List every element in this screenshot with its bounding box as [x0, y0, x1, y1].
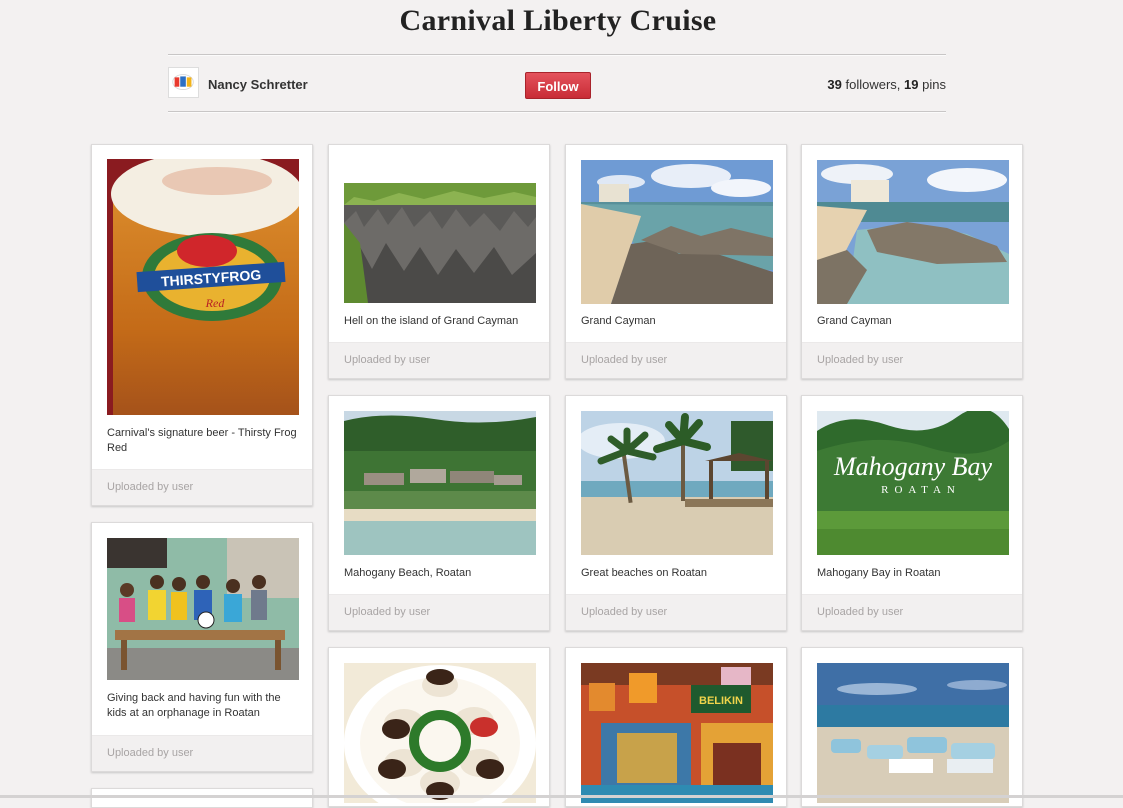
image-text-roatan: ROATAN — [881, 484, 961, 496]
pin-attribution: Uploaded by user — [566, 342, 786, 378]
image-text-belikin: BELIKIN — [699, 695, 743, 707]
hell-rocks-image[interactable] — [344, 183, 536, 303]
belikin-bar-image[interactable]: BELIKIN — [581, 663, 773, 803]
pin-description: Mahogany Beach, Roatan — [344, 567, 472, 579]
beach-paddleboats-image[interactable] — [817, 663, 1009, 803]
pins-label: pins — [922, 77, 946, 92]
header-divider-top — [168, 54, 946, 56]
avatar[interactable] — [168, 67, 199, 98]
pin-attribution: Uploaded by user — [802, 342, 1022, 378]
pin-card[interactable]: Mahogany Bay ROATAN Mahogany Bay in Roat… — [801, 395, 1023, 631]
pin-description: Great beaches on Roatan — [581, 567, 707, 579]
image-text-red: Red — [205, 296, 226, 310]
thirsty-frog-beer-image[interactable]: THIRSTYFROG Red — [107, 159, 299, 415]
pin-description: Mahogany Bay in Roatan — [817, 567, 941, 579]
pin-card[interactable]: Great beaches on Roatan Uploaded by user — [565, 395, 787, 631]
pin-card[interactable]: Grand Cayman Uploaded by user — [565, 144, 787, 379]
pin-description: Giving back and having fun with the kids… — [107, 692, 281, 719]
pin-attribution: Uploaded by user — [566, 594, 786, 630]
pin-card[interactable]: Grand Cayman Uploaded by user — [801, 144, 1023, 379]
pin-description: Hell on the island of Grand Cayman — [344, 315, 519, 327]
pin-card[interactable]: Hell on the island of Grand Cayman Uploa… — [328, 144, 550, 379]
pin-card[interactable]: THIRSTYFROG Red Carnival's signature bee… — [91, 144, 313, 506]
pin-attribution: Uploaded by user — [92, 735, 312, 771]
follow-button[interactable]: Follow — [525, 72, 591, 99]
pin-card[interactable] — [328, 647, 550, 807]
pin-attribution: Uploaded by user — [802, 594, 1022, 630]
pin-attribution: Uploaded by user — [329, 594, 549, 630]
chocolate-strawberries-image[interactable] — [344, 663, 536, 803]
owner-name[interactable]: Nancy Schretter — [208, 77, 308, 92]
pin-description: Grand Cayman — [581, 315, 656, 327]
orphanage-kids-image[interactable] — [107, 538, 299, 680]
pin-attribution: Uploaded by user — [92, 469, 312, 505]
mahogany-beach-image[interactable] — [344, 411, 536, 555]
board-stats: 39 followers, 19 pins — [827, 77, 946, 92]
avatar-logo-icon — [172, 74, 194, 90]
pin-card[interactable] — [801, 647, 1023, 807]
pin-description: Carnival's signature beer - Thirsty Frog… — [107, 427, 297, 454]
pin-card[interactable]: Giving back and having fun with the kids… — [91, 522, 313, 772]
followers-count: 39 — [827, 77, 842, 92]
board-title: Carnival Liberty Cruise — [399, 4, 717, 37]
header-divider-bottom — [168, 111, 946, 113]
pins-count: 19 — [904, 77, 919, 92]
pin-card[interactable] — [91, 788, 313, 808]
image-text-mahogany-bay: Mahogany Bay — [833, 452, 993, 481]
mahogany-bay-sign-image[interactable]: Mahogany Bay ROATAN — [817, 411, 1009, 555]
pin-card[interactable]: BELIKIN — [565, 647, 787, 807]
pin-attribution: Uploaded by user — [329, 342, 549, 378]
followers-label[interactable]: followers, — [846, 77, 901, 92]
pin-description: Grand Cayman — [817, 315, 892, 327]
grand-cayman-shore-image[interactable] — [817, 160, 1009, 304]
pin-card[interactable]: Mahogany Beach, Roatan Uploaded by user — [328, 395, 550, 631]
board-header: Nancy Schretter Follow 39 followers, 19 … — [168, 62, 946, 108]
grand-cayman-beach-image[interactable] — [581, 160, 773, 304]
roatan-palm-beach-image[interactable] — [581, 411, 773, 555]
